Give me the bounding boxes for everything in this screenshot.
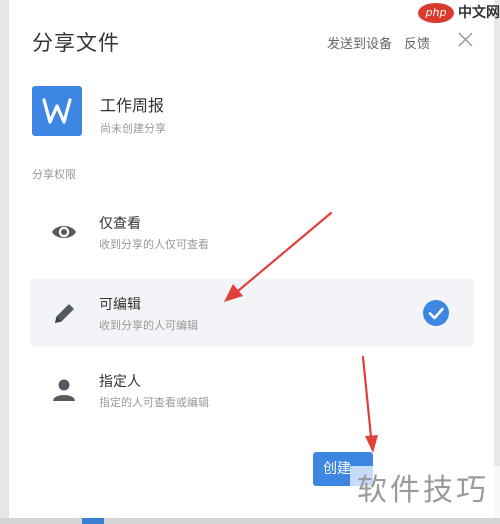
background-window-edge-right: [494, 0, 500, 524]
background-window-bottom-edge: [0, 518, 500, 524]
page: 分享文件 发送到设备 反馈 工作周报 尚未创建分享 分享权限 仅查看 收到分享的…: [0, 0, 500, 524]
watermark-logo-badge: php: [418, 3, 454, 23]
option-desc: 收到分享的人仅可查看: [99, 238, 209, 251]
check-circle-icon: [422, 299, 450, 327]
permission-option-specified-people[interactable]: 指定人 指定的人可查看或编辑: [30, 356, 474, 424]
pencil-icon: [50, 301, 78, 325]
permission-option-view-only[interactable]: 仅查看 收到分享的人仅可查看: [30, 198, 474, 266]
close-icon[interactable]: [457, 31, 474, 48]
option-title: 指定人: [99, 374, 141, 390]
option-desc: 指定的人可查看或编辑: [99, 396, 209, 409]
file-name: 工作周报: [100, 96, 165, 115]
php-cn-watermark-logo: php 中文网: [416, 0, 500, 26]
watermark-text: 软件技巧: [350, 466, 500, 524]
background-button-edge: [82, 518, 104, 524]
option-desc: 收到分享的人可编辑: [99, 319, 198, 332]
permission-option-editable[interactable]: 可编辑 收到分享的人可编辑: [30, 279, 474, 347]
send-to-device-link[interactable]: 发送到设备: [327, 33, 392, 52]
watermark-logo-text: 中文网: [458, 5, 500, 21]
dialog-title: 分享文件: [32, 31, 120, 55]
eye-icon: [50, 220, 78, 244]
share-file-dialog: 分享文件 发送到设备 反馈 工作周报 尚未创建分享 分享权限 仅查看 收到分享的…: [10, 0, 495, 518]
option-title: 仅查看: [99, 216, 141, 232]
permission-section-label: 分享权限: [32, 168, 76, 181]
feedback-link[interactable]: 反馈: [404, 33, 430, 52]
share-status: 尚未创建分享: [100, 122, 166, 135]
option-title: 可编辑: [99, 297, 141, 313]
wps-writer-icon: [32, 86, 82, 136]
background-window-edge: [0, 0, 9, 524]
person-icon: [50, 378, 78, 402]
